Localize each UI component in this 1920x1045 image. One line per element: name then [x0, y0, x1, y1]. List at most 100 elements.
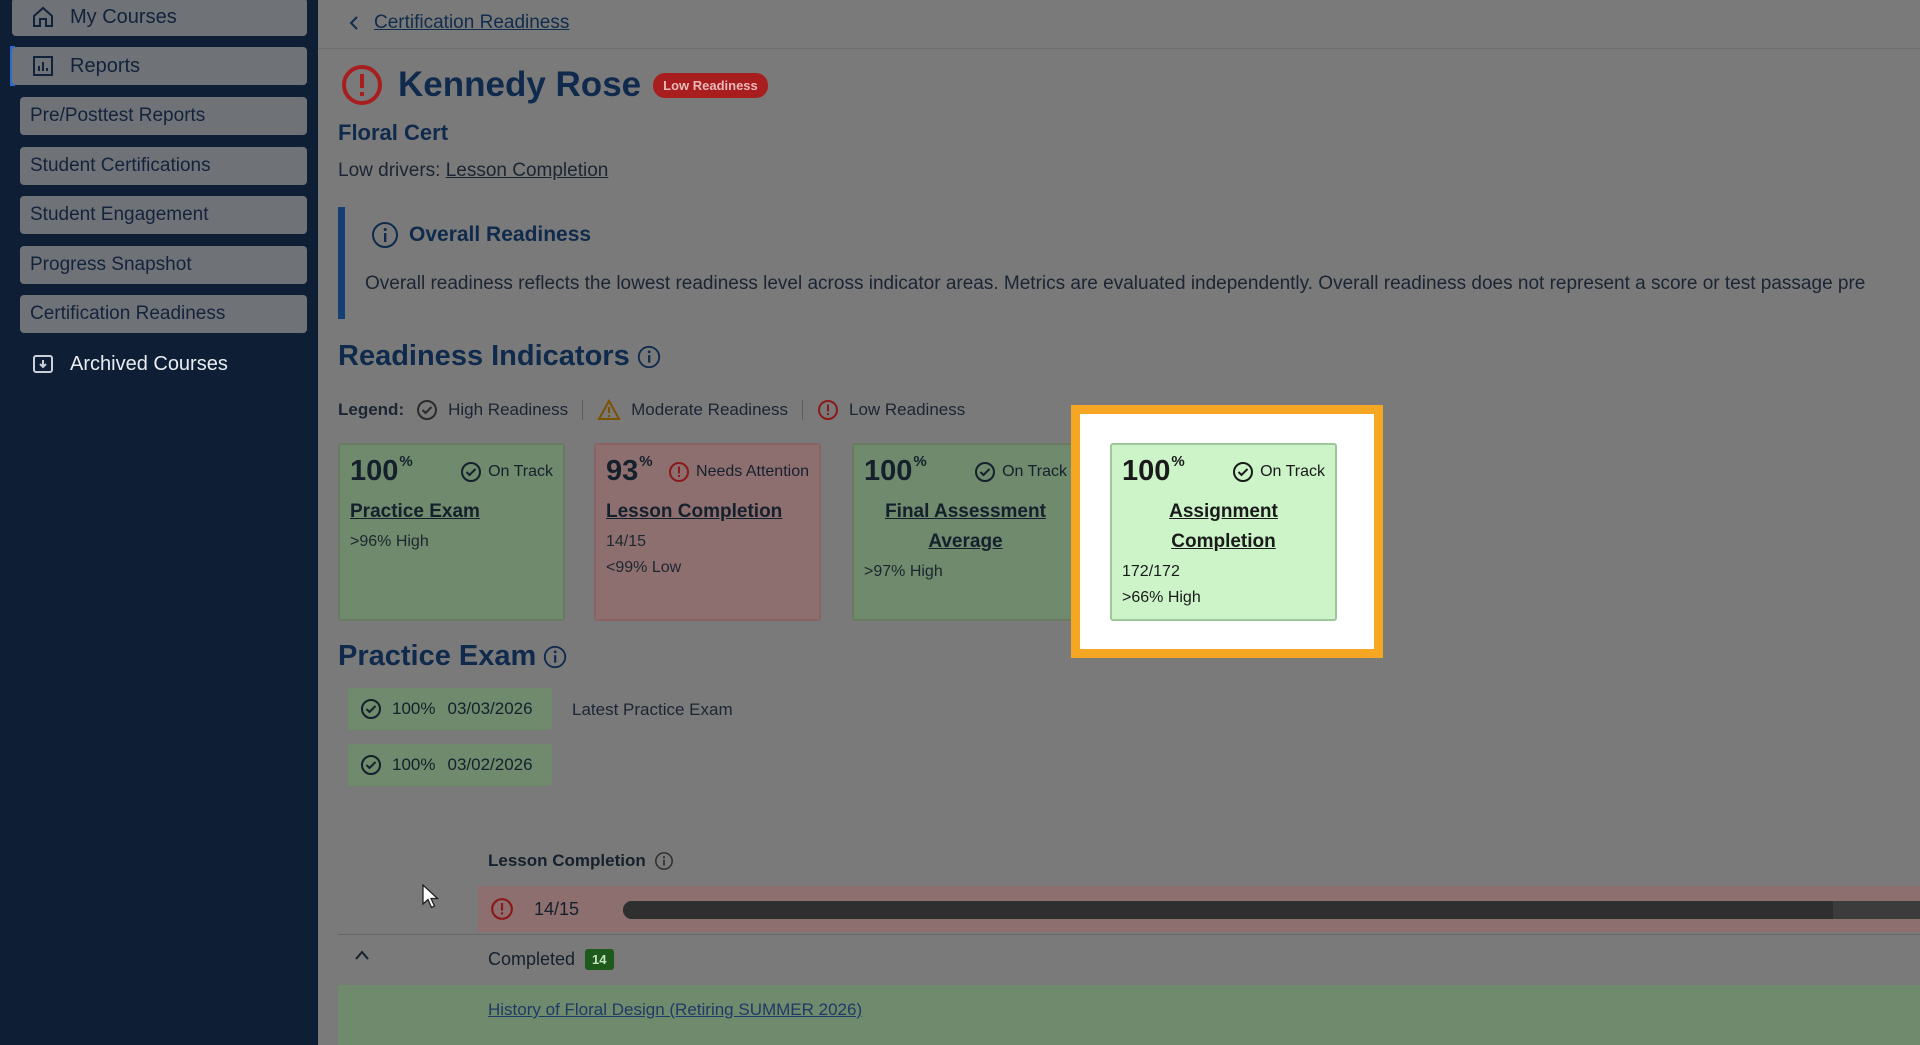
- info-icon[interactable]: [654, 851, 674, 871]
- info-icon: [372, 222, 398, 248]
- attempt-date: 03/03/2026: [447, 699, 533, 718]
- lesson-progress-fill: [623, 901, 1834, 919]
- sidebar-item-student-certifications[interactable]: Student Certifications: [20, 147, 307, 185]
- sidebar-item-label: My Courses: [70, 5, 177, 28]
- card-meta-1: >96% High: [350, 533, 429, 550]
- sidebar-item-reports[interactable]: Reports: [12, 47, 307, 85]
- home-icon: [30, 4, 56, 30]
- latest-practice-exam-label: Latest Practice Exam: [572, 700, 733, 719]
- sidebar-item-label: Student Engagement: [30, 204, 209, 225]
- card-percent: 100%: [864, 453, 927, 488]
- sidebar-item-label: Certification Readiness: [30, 303, 226, 324]
- sidebar-item-label: Student Certifications: [30, 155, 211, 176]
- chevron-up-icon: [355, 950, 369, 960]
- lesson-completion-row: 14/15: [478, 886, 1920, 932]
- status-text: On Track: [1260, 463, 1325, 480]
- alert-icon: [818, 400, 838, 420]
- indicator-card-lesson-completion[interactable]: 93% Needs Attention Lesson Completion 14…: [594, 443, 821, 621]
- overall-readiness-description: Overall readiness reflects the lowest re…: [365, 273, 1866, 294]
- chart-icon: [30, 53, 56, 79]
- overall-readiness-title: Overall Readiness: [409, 223, 592, 246]
- card-meta-1: >97% High: [864, 563, 943, 580]
- mouse-cursor-icon: [422, 883, 440, 915]
- card-meta-2: <99% Low: [606, 559, 682, 576]
- info-icon[interactable]: [636, 344, 662, 370]
- sidebar-item-archived-courses[interactable]: Archived Courses: [12, 345, 307, 383]
- legend: Legend: High Readiness Moderate Readines…: [338, 398, 979, 422]
- percent-value: 100: [1122, 455, 1171, 487]
- percent-value: 93: [606, 455, 639, 487]
- card-status: On Track: [974, 461, 1067, 483]
- legend-text: High Readiness: [448, 400, 569, 419]
- warning-triangle-icon: [597, 399, 621, 420]
- indicator-card-assignment-completion[interactable]: 100% On Track Assignment Completion 172/…: [1110, 443, 1337, 621]
- sidebar-item-progress-snapshot[interactable]: Progress Snapshot: [20, 246, 307, 284]
- lesson-fraction: 14/15: [534, 898, 580, 919]
- status-text: On Track: [488, 463, 553, 480]
- card-meta-1: 14/15: [606, 533, 647, 550]
- sidebar-item-certification-readiness[interactable]: Certification Readiness: [20, 295, 307, 333]
- practice-exam-heading: Practice Exam: [338, 640, 568, 673]
- alert-icon: [491, 898, 513, 920]
- percent-value: 100: [864, 455, 913, 487]
- section-title: Readiness Indicators: [338, 340, 630, 372]
- check-circle-icon: [361, 699, 381, 719]
- card-status: On Track: [1232, 461, 1325, 483]
- sidebar-item-label: Progress Snapshot: [30, 254, 192, 275]
- low-drivers: Low drivers: Lesson Completion: [338, 160, 608, 182]
- card-status: Needs Attention: [668, 461, 809, 483]
- card-name-link[interactable]: Final Assessment Average: [884, 497, 1047, 557]
- completed-count-badge: 14: [585, 949, 614, 970]
- sidebar-item-label: Reports: [70, 54, 141, 77]
- card-name-link[interactable]: Practice Exam: [350, 497, 553, 527]
- legend-moderate: Moderate Readiness: [597, 399, 788, 421]
- attempt-score: 100%: [392, 755, 436, 774]
- indicator-card-practice-exam[interactable]: 100% On Track Practice Exam >96% High: [338, 443, 565, 621]
- check-circle-icon: [975, 462, 996, 482]
- status-text: Needs Attention: [696, 463, 809, 480]
- card-percent: 100%: [350, 453, 413, 488]
- lesson-link[interactable]: History of Floral Design (Retiring SUMME…: [488, 1000, 862, 1020]
- overall-readiness-box: Overall Readiness Overall readiness refl…: [338, 207, 1920, 319]
- indicator-card-final-assessment[interactable]: 100% On Track Final Assessment Average >…: [852, 443, 1079, 621]
- info-icon[interactable]: [542, 644, 568, 670]
- back-link[interactable]: Certification Readiness: [374, 12, 569, 34]
- legend-low: Low Readiness: [817, 399, 965, 421]
- sidebar-item-prepost-reports[interactable]: Pre/Posttest Reports: [20, 97, 307, 135]
- sidebar-item-label: Archived Courses: [70, 352, 228, 375]
- attempt-date: 03/02/2026: [447, 755, 533, 774]
- status-text: On Track: [1002, 463, 1067, 480]
- alert-icon: [669, 462, 690, 482]
- completed-header[interactable]: Completed 14: [488, 949, 614, 970]
- practice-exam-attempt[interactable]: 100% 03/03/2026: [348, 688, 552, 730]
- sidebar-item-label: Pre/Posttest Reports: [30, 105, 206, 126]
- check-circle-icon: [461, 462, 482, 482]
- low-driver-link[interactable]: Lesson Completion: [446, 160, 609, 181]
- sidebar-item-my-courses[interactable]: My Courses: [12, 0, 307, 36]
- sidebar-item-student-engagement[interactable]: Student Engagement: [20, 196, 307, 234]
- practice-exam-attempt[interactable]: 100% 03/02/2026: [348, 744, 552, 786]
- collapse-toggle[interactable]: [354, 948, 370, 966]
- archive-icon: [30, 351, 56, 377]
- legend-text: Low Readiness: [849, 400, 966, 419]
- percent-value: 100: [350, 455, 399, 487]
- low-drivers-label: Low drivers:: [338, 160, 441, 181]
- card-percent: 93%: [606, 453, 653, 488]
- breadcrumb[interactable]: Certification Readiness: [348, 10, 569, 36]
- check-circle-icon: [361, 755, 381, 775]
- percent-sign: %: [399, 453, 413, 470]
- card-name-link[interactable]: Lesson Completion: [606, 497, 809, 527]
- legend-label: Legend:: [338, 400, 405, 419]
- attempt-score: 100%: [392, 699, 436, 718]
- lesson-completion-heading: Lesson Completion: [488, 851, 674, 871]
- percent-sign: %: [913, 453, 927, 470]
- course-name: Floral Cert: [338, 120, 449, 145]
- lesson-list-item: History of Floral Design (Retiring SUMME…: [338, 985, 1920, 1045]
- section-title: Lesson Completion: [488, 851, 646, 870]
- percent-sign: %: [639, 453, 653, 470]
- percent-sign: %: [1171, 453, 1185, 470]
- card-percent: 100%: [1122, 453, 1185, 488]
- divider: [318, 48, 1920, 49]
- card-meta-2: >66% High: [1122, 589, 1201, 606]
- card-name-link[interactable]: Assignment Completion: [1152, 497, 1295, 557]
